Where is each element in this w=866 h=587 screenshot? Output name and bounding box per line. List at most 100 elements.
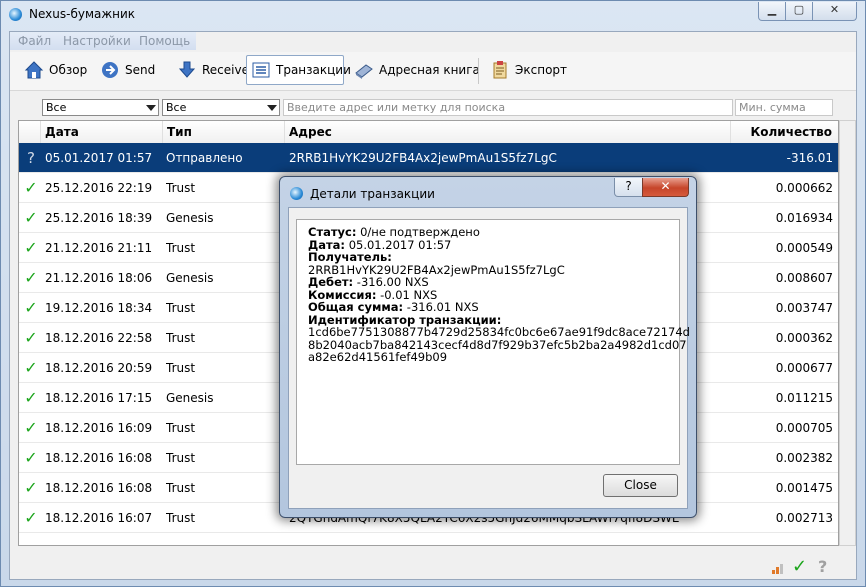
txid-line: a82e62d41561fef49b09 [308, 350, 448, 364]
confirmed-check-icon: ✓ [24, 298, 38, 317]
row-date: 21.12.2016 18:06 [45, 271, 153, 285]
row-type: Trust [166, 301, 196, 315]
row-amount: 0.000677 [775, 361, 833, 375]
row-type: Trust [166, 331, 196, 345]
export-button[interactable]: Экспорт [486, 55, 571, 85]
receive-arrow-icon [177, 60, 197, 80]
row-amount: 0.000705 [775, 421, 833, 435]
search-input[interactable]: Введите адрес или метку для поиска [283, 99, 733, 116]
row-date: 19.12.2016 18:34 [45, 301, 153, 315]
table-row[interactable]: ? 05.01.2017 01:57 Отправлено 2RRB1HvYK29U2… [19, 143, 838, 173]
confirmed-check-icon: ✓ [24, 238, 38, 257]
overview-label: Обзор [49, 63, 88, 77]
confirmed-check-icon: ✓ [24, 508, 38, 527]
list-icon [251, 60, 271, 80]
date-column-header[interactable]: Дата [41, 121, 163, 143]
confirmed-check-icon: ✓ [24, 388, 38, 407]
row-amount: 0.000549 [775, 241, 833, 255]
row-date: 25.12.2016 18:39 [45, 211, 153, 225]
row-amount: -316.01 [786, 151, 833, 165]
unconfirmed-question-icon: ? [27, 149, 35, 167]
menu-file[interactable]: Файл [18, 34, 51, 48]
status-column-header[interactable] [19, 121, 41, 143]
transactions-label: Транзакции [276, 63, 351, 77]
row-date: 18.12.2016 20:59 [45, 361, 153, 375]
table-header: Дата Тип Адрес Количество [19, 121, 838, 144]
min-amount-input[interactable]: Мин. сумма [735, 99, 833, 116]
row-type: Genesis [166, 211, 214, 225]
type-filter-select[interactable]: Все [162, 99, 280, 116]
row-date: 18.12.2016 22:58 [45, 331, 153, 345]
row-amount: 0.000362 [775, 331, 833, 345]
transaction-details-dialog: Детали транзакции ? ✕ Статус: 0/не подтв… [279, 176, 697, 518]
close-button[interactable]: Close [603, 474, 678, 497]
row-date: 25.12.2016 22:19 [45, 181, 153, 195]
toolbar-separator [478, 58, 479, 84]
filter-bar: Все Все Введите адрес или метку для поис… [10, 98, 856, 118]
row-amount: 0.008607 [775, 271, 833, 285]
receive-label: Receive [202, 63, 249, 77]
close-window-button[interactable]: ✕ [812, 2, 857, 21]
menu-help[interactable]: Помощь [139, 34, 190, 48]
maximize-button[interactable]: ▢ [785, 2, 813, 21]
row-address: 2RRB1HvYK29U2FB4Ax2jewPmAu1S5fz7LgC [289, 151, 557, 165]
row-type: Trust [166, 511, 196, 525]
row-date: 18.12.2016 17:15 [45, 391, 153, 405]
row-date: 18.12.2016 16:07 [45, 511, 153, 525]
overview-button[interactable]: Обзор [20, 55, 91, 85]
txid-line: 1cd6be7751308877b4729d25834fc0bc6e67ae91… [308, 325, 690, 339]
dialog-close-x-button[interactable]: ✕ [642, 178, 689, 197]
dialog-body: Статус: 0/не подтверждено Дата: 05.01.20… [288, 207, 690, 509]
transaction-details-text[interactable]: Статус: 0/не подтверждено Дата: 05.01.20… [296, 219, 690, 465]
nexus-logo-icon [9, 8, 22, 21]
row-type: Trust [166, 361, 196, 375]
transactions-button[interactable]: Транзакции [246, 55, 351, 85]
date-filter-value: Все [46, 101, 67, 114]
row-type: Trust [166, 481, 196, 495]
confirmed-check-icon: ✓ [24, 478, 38, 497]
row-type: Genesis [166, 391, 214, 405]
title-bar: Nexus-бумажник ▁ ▢ ✕ [1, 1, 865, 27]
minimize-button[interactable]: ▁ [758, 2, 786, 21]
row-type: Отправлено [166, 151, 243, 165]
address-book-icon [354, 60, 374, 80]
row-date: 18.12.2016 16:08 [45, 451, 153, 465]
type-filter-value: Все [166, 101, 187, 114]
row-amount: 0.001475 [775, 481, 833, 495]
confirmed-check-icon: ✓ [24, 328, 38, 347]
row-amount: 0.000662 [775, 181, 833, 195]
export-label: Экспорт [515, 63, 568, 77]
type-column-header[interactable]: Тип [163, 121, 285, 143]
status-bar: ✓ ? [10, 550, 856, 580]
menu-settings[interactable]: Настройки [63, 34, 131, 48]
confirmed-check-icon: ✓ [24, 268, 38, 287]
row-type: Trust [166, 181, 196, 195]
menu-bar: Файл Настройки Помощь [10, 32, 196, 50]
dialog-title: Детали транзакции [310, 187, 435, 201]
help-icon: ? [818, 557, 828, 576]
row-amount: 0.016934 [775, 211, 833, 225]
synced-check-icon: ✓ [792, 556, 808, 577]
confirmed-check-icon: ✓ [24, 418, 38, 437]
receive-button[interactable]: Receive [173, 55, 253, 85]
addressbook-button[interactable]: Адресная книга [350, 55, 484, 85]
address-column-header[interactable]: Адрес [285, 121, 731, 143]
amount-column-header[interactable]: Количество [731, 121, 838, 143]
row-amount: 0.011215 [775, 391, 833, 405]
row-date: 21.12.2016 21:11 [45, 241, 153, 255]
confirmed-check-icon: ✓ [24, 208, 38, 227]
row-date: 18.12.2016 16:08 [45, 481, 153, 495]
row-amount: 0.003747 [775, 301, 833, 315]
table-scrollbar[interactable] [839, 120, 856, 546]
row-type: Trust [166, 421, 196, 435]
send-button[interactable]: Send [96, 55, 159, 85]
confirmed-check-icon: ✓ [24, 448, 38, 467]
confirmed-check-icon: ✓ [24, 178, 38, 197]
toolbar: Обзор Send Receive Транзакции Адресная к… [10, 52, 856, 91]
nexus-logo-icon [290, 187, 303, 200]
date-filter-select[interactable]: Все [42, 99, 159, 116]
clipboard-icon [490, 60, 510, 80]
dialog-help-button[interactable]: ? [614, 178, 643, 197]
chevron-down-icon [146, 105, 156, 111]
home-icon [24, 60, 44, 80]
